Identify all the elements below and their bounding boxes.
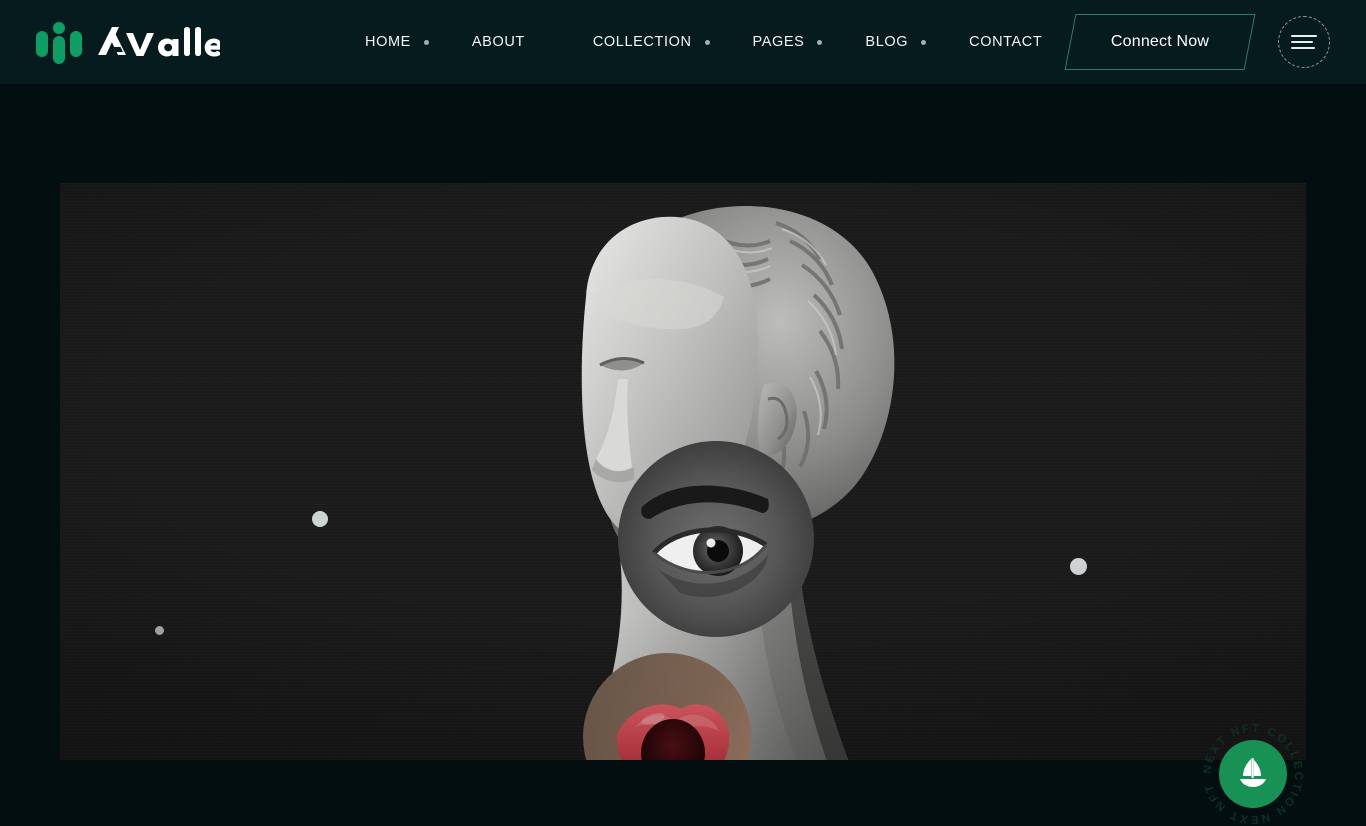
nav-item-pages[interactable]: PAGES [753, 28, 805, 56]
burger-lines [1291, 31, 1317, 53]
nav-item-contact[interactable]: CONTACT [969, 28, 1042, 56]
hamburger-menu-icon[interactable] [1278, 16, 1330, 68]
hero-banner: I Am Your Friendly Neighbourhood NFTs Ar… [60, 183, 1306, 760]
brand-wordmark [96, 25, 220, 59]
connect-now-label: Connect Now [1110, 33, 1210, 50]
opensea-sailboat-icon [1219, 740, 1287, 808]
site-header: HOME ABOUT COLLECTION PAGES BLOG CONTACT… [0, 0, 1366, 84]
nav-item-blog[interactable]: BLOG [865, 28, 908, 56]
connect-now-button[interactable]: Connect Now [1064, 14, 1256, 70]
hero-vignette [60, 183, 1306, 760]
main-navigation: HOME ABOUT COLLECTION PAGES BLOG CONTACT [365, 28, 1042, 56]
nav-separator-dot [817, 39, 823, 45]
nav-separator-dot [921, 39, 927, 45]
brand-logo[interactable] [36, 22, 220, 64]
next-nft-collection-badge[interactable]: NEXT NFT COLLECTION NEXT NFT [1201, 722, 1305, 826]
nav-item-about[interactable]: ABOUT [472, 28, 525, 56]
nav-separator-dot [704, 39, 710, 45]
three-bars-logo-icon [36, 22, 82, 64]
nav-item-collection[interactable]: COLLECTION [593, 28, 692, 56]
nav-item-home[interactable]: HOME [365, 28, 411, 56]
nav-separator-dot [423, 39, 429, 45]
